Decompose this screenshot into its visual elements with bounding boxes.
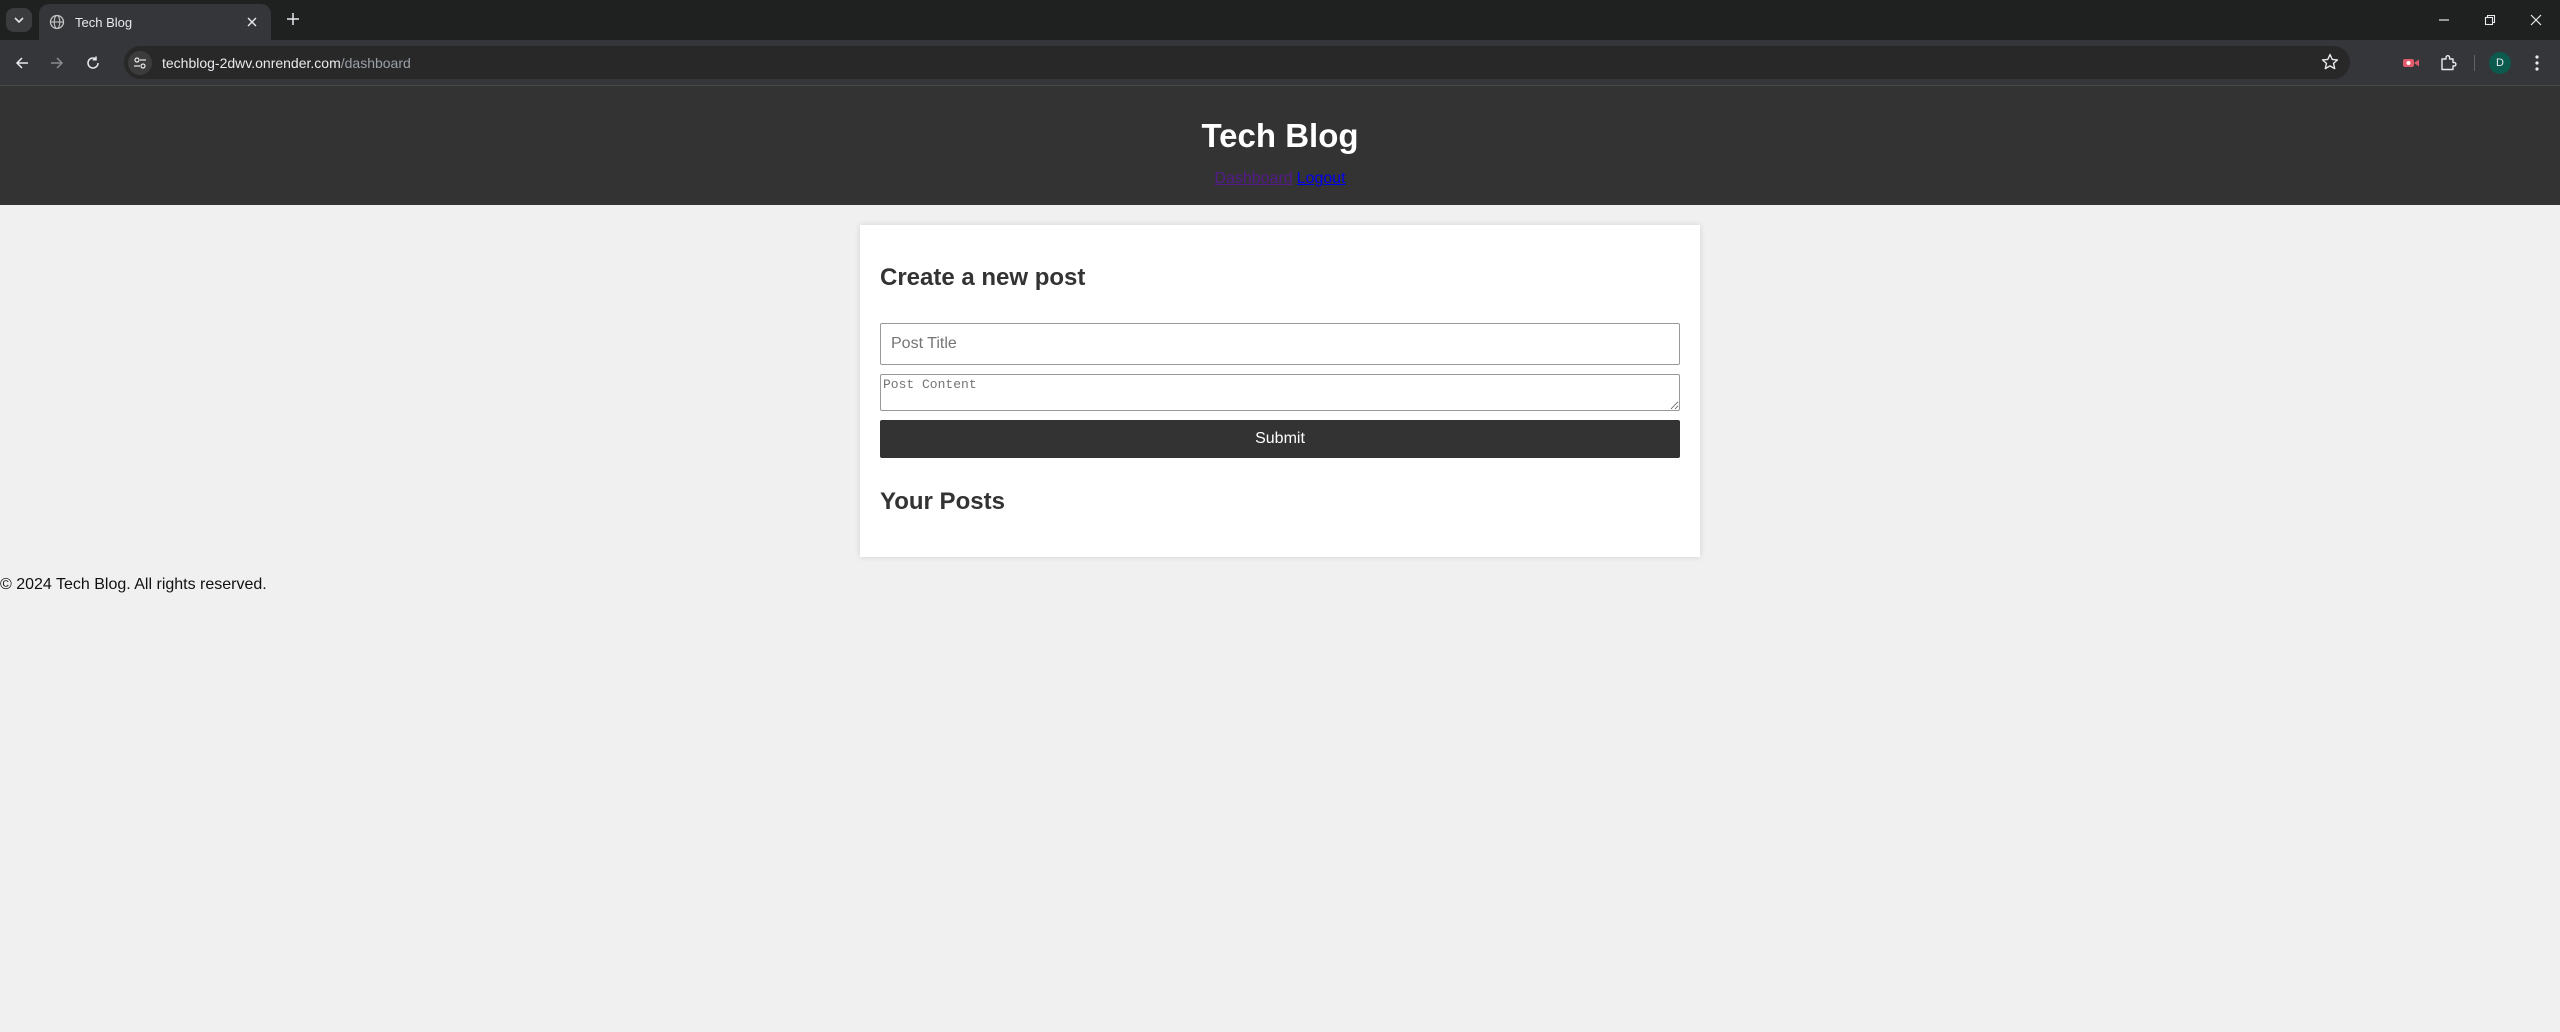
close-icon[interactable]	[243, 13, 261, 31]
site-header: Tech Blog Dashboard Logout	[0, 86, 2560, 205]
tab-search-icon[interactable]	[6, 8, 32, 32]
restore-icon[interactable]	[2473, 6, 2507, 34]
footer-copyright: © 2024 Tech Blog. All rights reserved.	[0, 576, 267, 593]
dashboard-link[interactable]: Dashboard	[1214, 170, 1292, 187]
minimize-icon[interactable]	[2427, 6, 2461, 34]
browser-tab-strip: Tech Blog	[0, 0, 2560, 40]
kebab-menu-icon[interactable]	[2525, 51, 2549, 75]
post-content-textarea[interactable]	[880, 374, 1680, 411]
url-path: /dashboard	[340, 54, 411, 71]
submit-button[interactable]: Submit	[880, 420, 1680, 458]
create-post-heading: Create a new post	[880, 264, 1086, 291]
plus-icon[interactable]	[281, 8, 305, 32]
globe-icon	[49, 14, 65, 30]
star-icon[interactable]	[2320, 52, 2340, 72]
window-close-icon[interactable]	[2519, 6, 2553, 34]
logout-link[interactable]: Logout	[1297, 170, 1346, 187]
browser-tab[interactable]: Tech Blog	[39, 4, 271, 40]
your-posts-heading: Your Posts	[880, 488, 1005, 515]
site-title: Tech Blog	[1201, 117, 1359, 154]
puzzle-icon[interactable]	[2436, 51, 2460, 75]
avatar: D	[2489, 52, 2511, 74]
reload-icon[interactable]	[80, 50, 106, 76]
profile-avatar[interactable]: D	[2488, 51, 2512, 75]
forward-icon[interactable]	[44, 50, 70, 76]
browser-toolbar: techblog-2dwv.onrender.com/dashboard D	[0, 40, 2560, 85]
dashboard-card: Create a new post Submit Your Posts	[860, 225, 1700, 557]
toolbar-separator	[2474, 55, 2475, 71]
url-text: techblog-2dwv.onrender.com/dashboard	[162, 55, 411, 71]
site-info-icon[interactable]	[128, 50, 152, 75]
tab-title: Tech Blog	[75, 14, 133, 30]
recorder-extension-icon[interactable]	[2399, 51, 2423, 75]
back-icon[interactable]	[9, 50, 35, 76]
site-nav: Dashboard Logout	[0, 170, 2560, 188]
url-host: techblog-2dwv.onrender.com	[162, 54, 341, 71]
address-bar[interactable]: techblog-2dwv.onrender.com/dashboard	[124, 46, 2350, 79]
post-title-input[interactable]	[880, 323, 1680, 365]
